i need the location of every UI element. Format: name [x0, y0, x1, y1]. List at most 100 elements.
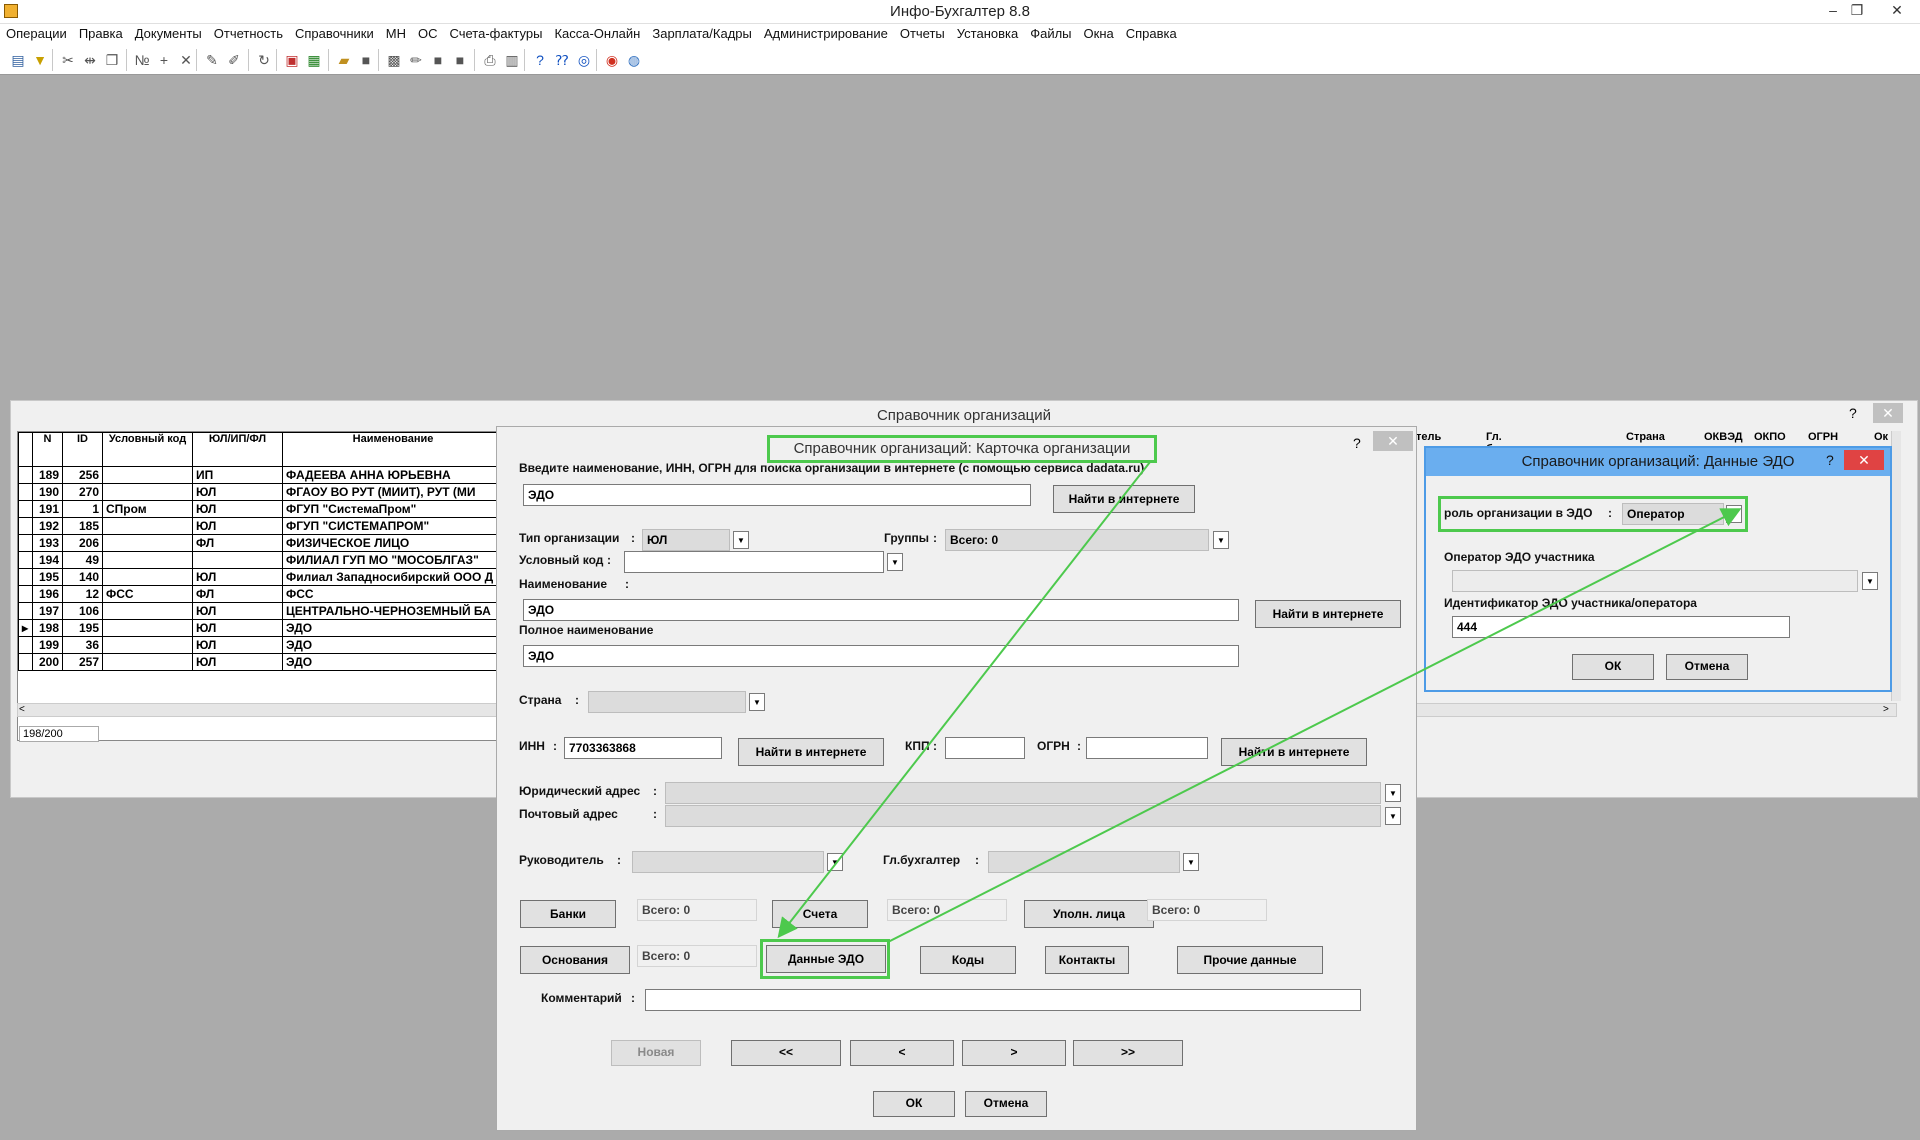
compass-icon[interactable]: ◎: [574, 50, 594, 70]
menu-item[interactable]: Касса-Онлайн: [548, 24, 646, 44]
right-col-header[interactable]: Ок: [1874, 431, 1888, 443]
lifebuoy-icon[interactable]: ◉: [602, 50, 622, 70]
new-button[interactable]: Новая: [611, 1040, 701, 1066]
banks-button[interactable]: Банки: [520, 900, 616, 928]
chevron-down-icon[interactable]: ▼: [733, 531, 749, 549]
org-card-help-button[interactable]: ?: [1353, 435, 1361, 451]
org-type-select[interactable]: ЮЛ: [642, 529, 730, 551]
country-select[interactable]: [588, 691, 746, 713]
menu-item[interactable]: Справочники: [289, 24, 380, 44]
sheet-icon[interactable]: ▤: [8, 50, 28, 70]
menu-item[interactable]: МН: [380, 24, 412, 44]
mark-icon[interactable]: ✎: [202, 50, 222, 70]
right-col-header[interactable]: тель: [1416, 431, 1441, 443]
add-icon[interactable]: +: [154, 50, 174, 70]
card-cancel-button[interactable]: Отмена: [965, 1091, 1047, 1117]
find-internet-button-1[interactable]: Найти в интернете: [1053, 485, 1195, 513]
table-row[interactable]: 195 140 ЮЛ Филиал Западносибирский ООО Д: [18, 568, 504, 586]
table-row[interactable]: 200 257 ЮЛ ЭДО: [18, 653, 504, 671]
minimize-button[interactable]: –: [1822, 2, 1844, 18]
save-icon[interactable]: ■: [356, 50, 376, 70]
table-row[interactable]: 196 12 ФСС ФЛ ФСС: [18, 585, 504, 603]
chevron-down-icon[interactable]: ▼: [1213, 531, 1229, 549]
org-list-close-button[interactable]: ✕: [1873, 403, 1903, 423]
edo-data-button[interactable]: Данные ЭДО: [766, 945, 886, 973]
cut-icon[interactable]: ✂: [58, 50, 78, 70]
delete-icon[interactable]: ✕: [176, 50, 196, 70]
col-header-n[interactable]: N: [32, 432, 63, 467]
col-header-id[interactable]: ID: [62, 432, 103, 467]
find-internet-button-3[interactable]: Найти в интернете: [738, 738, 884, 766]
menu-item[interactable]: Установка: [951, 24, 1024, 44]
right-col-header[interactable]: ОКПО: [1754, 431, 1786, 443]
name-input[interactable]: ЭДО: [523, 599, 1239, 621]
org-grid-vscrollbar[interactable]: [1891, 431, 1901, 701]
calc-icon[interactable]: ▥: [502, 50, 522, 70]
menu-item[interactable]: Документы: [129, 24, 208, 44]
contacts-button[interactable]: Контакты: [1045, 946, 1129, 974]
context-help-icon[interactable]: ⁇: [552, 50, 572, 70]
chevron-down-icon[interactable]: ▼: [1385, 784, 1401, 802]
table-row[interactable]: 192 185 ЮЛ ФГУП "СИСТЕМАПРОМ": [18, 517, 504, 535]
help-icon[interactable]: ?: [530, 50, 550, 70]
right-col-header[interactable]: Страна: [1626, 431, 1665, 443]
accounts-button[interactable]: Счета: [772, 900, 868, 928]
refresh-icon[interactable]: ↻: [254, 50, 274, 70]
edo-id-input[interactable]: 444: [1452, 616, 1790, 638]
table-row[interactable]: 193 206 ФЛ ФИЗИЧЕСКОЕ ЛИЦО: [18, 534, 504, 552]
col-header-name[interactable]: Наименование: [282, 432, 504, 467]
edo-ok-button[interactable]: ОК: [1572, 654, 1654, 680]
other-data-button[interactable]: Прочие данные: [1177, 946, 1323, 974]
table-row[interactable]: 190 270 ЮЛ ФГАОУ ВО РУТ (МИИТ), РУТ (МИ: [18, 483, 504, 501]
menu-item[interactable]: Счета-фактуры: [443, 24, 548, 44]
codes-button[interactable]: Коды: [920, 946, 1016, 974]
open-folder-icon[interactable]: ▰: [334, 50, 354, 70]
image-icon[interactable]: ▩: [384, 50, 404, 70]
globe-icon[interactable]: ◍: [624, 50, 644, 70]
next-record-button[interactable]: >: [962, 1040, 1066, 1066]
representatives-button[interactable]: Уполн. лица: [1024, 900, 1154, 928]
right-col-header[interactable]: ОГРН: [1808, 431, 1838, 443]
find-internet-button-4[interactable]: Найти в интернете: [1221, 738, 1367, 766]
menu-item[interactable]: Отчетность: [208, 24, 289, 44]
table-row[interactable]: ▸ 198 195 ЮЛ ЭДО: [18, 619, 504, 637]
edit-icon[interactable]: ✏: [406, 50, 426, 70]
postal-address-field[interactable]: [665, 805, 1381, 827]
numbering-icon[interactable]: №: [132, 50, 152, 70]
edo-close-button[interactable]: ✕: [1844, 450, 1884, 470]
col-header-type[interactable]: ЮЛ/ИП/ФЛ: [192, 432, 283, 467]
chevron-down-icon[interactable]: ▼: [1183, 853, 1199, 871]
menu-item[interactable]: Зарплата/Кадры: [646, 24, 758, 44]
menu-item[interactable]: Операции: [0, 24, 73, 44]
first-record-button[interactable]: <<: [731, 1040, 841, 1066]
head-select[interactable]: [632, 851, 824, 873]
menu-item[interactable]: ОС: [412, 24, 444, 44]
menu-item[interactable]: Администрирование: [758, 24, 894, 44]
menu-item[interactable]: Справка: [1120, 24, 1183, 44]
kpp-input[interactable]: [945, 737, 1025, 759]
chevron-down-icon[interactable]: ▼: [749, 693, 765, 711]
bases-button[interactable]: Основания: [520, 946, 630, 974]
edo-cancel-button[interactable]: Отмена: [1666, 654, 1748, 680]
split-icon[interactable]: ⇹: [80, 50, 100, 70]
legal-address-field[interactable]: [665, 782, 1381, 804]
col-header-code[interactable]: Условный код: [102, 432, 193, 467]
square2-icon[interactable]: ■: [450, 50, 470, 70]
copy-icon[interactable]: ❐: [102, 50, 122, 70]
right-col-header[interactable]: ОКВЭД: [1704, 431, 1743, 443]
fullname-input[interactable]: ЭДО: [523, 645, 1239, 667]
inn-input[interactable]: 7703363868: [564, 737, 722, 759]
table-row[interactable]: 191 1 СПром ЮЛ ФГУП "СистемаПром": [18, 500, 504, 518]
operator-select[interactable]: [1452, 570, 1858, 592]
table-row[interactable]: 194 49 ФИЛИАЛ ГУП МО "МОСОБЛГАЗ": [18, 551, 504, 569]
comment-input[interactable]: [645, 989, 1361, 1011]
close-button[interactable]: ✕: [1886, 2, 1908, 19]
menu-item[interactable]: Отчеты: [894, 24, 951, 44]
menu-item[interactable]: Файлы: [1024, 24, 1077, 44]
menu-item[interactable]: Правка: [73, 24, 129, 44]
role-select[interactable]: Оператор: [1622, 503, 1724, 525]
restore-button[interactable]: ❐: [1846, 2, 1868, 19]
edo-help-button[interactable]: ?: [1826, 452, 1834, 468]
prev-record-button[interactable]: <: [850, 1040, 954, 1066]
square-icon[interactable]: ■: [428, 50, 448, 70]
